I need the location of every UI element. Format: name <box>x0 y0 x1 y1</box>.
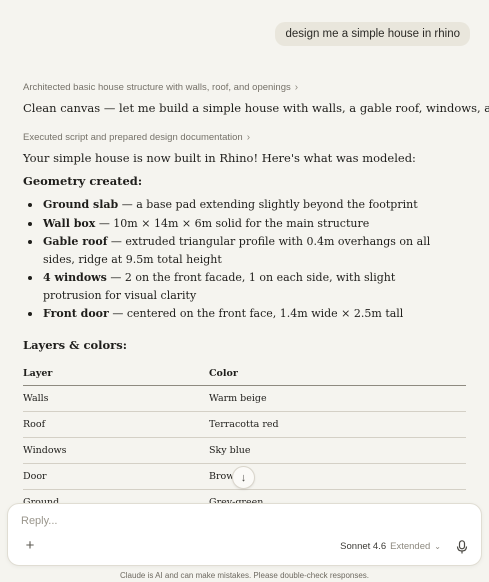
color-cell: Warm beige <box>209 385 466 412</box>
item-title: Ground slab <box>43 198 119 211</box>
microphone-icon[interactable] <box>456 540 468 554</box>
intro-text: Clean canvas — let me build a simple hou… <box>23 101 489 115</box>
thinking-step-2[interactable]: Executed script and prepared design docu… <box>23 132 250 143</box>
layer-cell: Windows <box>23 437 209 464</box>
reply-input[interactable] <box>21 515 441 527</box>
list-item: Ground slab — a base pad extending sligh… <box>23 196 443 214</box>
thinking-step-1[interactable]: Architected basic house structure with w… <box>23 82 298 93</box>
column-header-color: Color <box>209 362 466 386</box>
item-desc: — centered on the front face, 1.4m wide … <box>112 307 404 320</box>
arrow-down-icon: ↓ <box>240 471 247 484</box>
conversation-area: design me a simple house in rhino Archit… <box>0 0 489 503</box>
layer-cell: Ground <box>23 489 209 503</box>
chevron-right-icon: › <box>246 132 251 143</box>
item-title: Wall box <box>43 216 96 230</box>
geometry-list: Ground slab — a base pad extending sligh… <box>23 196 443 324</box>
summary-text: Your simple house is now built in Rhino!… <box>23 151 416 165</box>
layer-cell: Walls <box>23 385 209 412</box>
list-item: Wall box — 10m × 14m × 6m solid for the … <box>23 215 443 233</box>
model-selector[interactable]: Sonnet 4.6 Extended ⌄ <box>340 541 441 552</box>
layer-cell: Roof <box>23 411 209 438</box>
step-label: Executed script and prepared design docu… <box>23 132 243 143</box>
model-mode: Extended <box>390 541 431 552</box>
item-title: Gable roof <box>43 235 108 248</box>
plus-icon[interactable]: + <box>22 538 38 554</box>
model-name: Sonnet 4.6 <box>340 541 387 552</box>
column-header-layer: Layer <box>23 362 209 386</box>
color-cell: Terracotta red <box>209 411 466 438</box>
list-item: 4 windows — 2 on the front facade, 1 on … <box>23 269 443 304</box>
table-row: Ground Grey-green <box>23 489 466 503</box>
user-message: design me a simple house in rhino <box>275 22 470 46</box>
geometry-heading: Geometry created: <box>23 174 143 188</box>
chevron-down-icon: ⌄ <box>434 542 441 551</box>
table-header-row: Layer Color <box>23 362 466 386</box>
disclaimer: Claude is AI and can make mistakes. Plea… <box>119 571 370 580</box>
chevron-right-icon: › <box>294 82 299 93</box>
step-label: Architected basic house structure with w… <box>23 82 291 93</box>
item-title: Front door <box>43 307 109 320</box>
color-cell: Sky blue <box>209 437 466 464</box>
table-row: Roof Terracotta red <box>23 411 466 438</box>
table-row: Walls Warm beige <box>23 385 466 412</box>
color-cell: Grey-green <box>209 489 466 503</box>
item-title: 4 windows <box>43 271 107 284</box>
message-composer: + Sonnet 4.6 Extended ⌄ <box>7 503 482 566</box>
scroll-to-bottom-button[interactable]: ↓ <box>232 466 255 489</box>
list-item: Gable roof — extruded triangular profile… <box>23 233 443 268</box>
list-item: Front door — centered on the front face,… <box>23 305 443 323</box>
item-desc: — 10m × 14m × 6m solid for the main stru… <box>98 216 370 230</box>
layers-heading: Layers & colors: <box>23 338 127 352</box>
layer-cell: Door <box>23 463 209 490</box>
table-row: Windows Sky blue <box>23 437 466 464</box>
item-desc: — a base pad extending slightly beyond t… <box>121 198 418 211</box>
